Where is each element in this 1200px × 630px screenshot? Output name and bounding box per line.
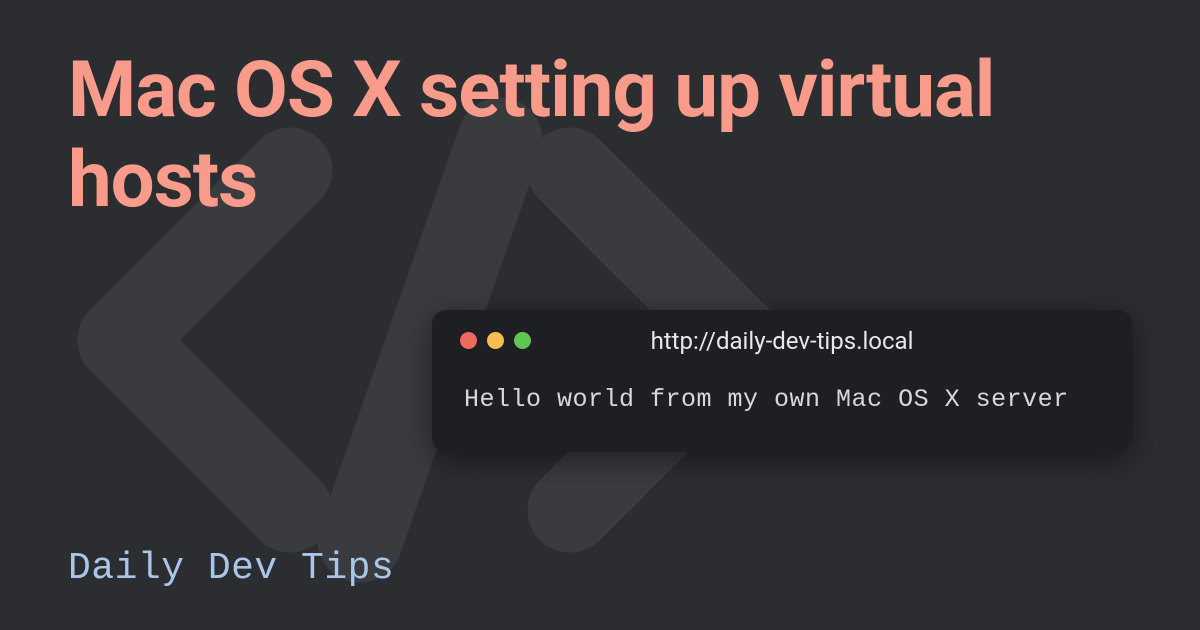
traffic-lights [460, 332, 531, 349]
page-title: Mac OS X setting up virtual hosts [68, 46, 1148, 225]
maximize-icon [514, 332, 531, 349]
window-titlebar: http://daily-dev-tips.local [460, 332, 1104, 349]
minimize-icon [487, 332, 504, 349]
address-bar-url: http://daily-dev-tips.local [460, 327, 1104, 355]
brand-name: Daily Dev Tips [68, 547, 394, 590]
browser-window-mock: http://daily-dev-tips.local Hello world … [432, 310, 1132, 452]
window-body-text: Hello world from my own Mac OS X server [460, 385, 1104, 414]
close-icon [460, 332, 477, 349]
